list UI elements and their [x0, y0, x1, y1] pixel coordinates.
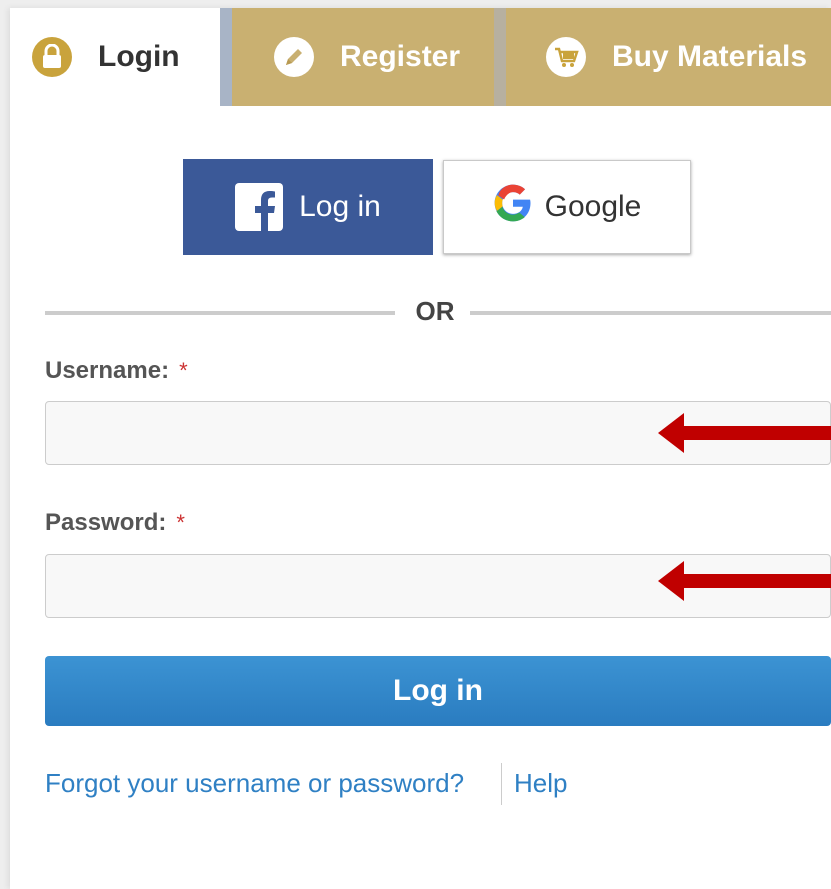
tab-bar: Login Register Buy Materials — [10, 8, 831, 106]
forgot-credentials-link[interactable]: Forgot your username or password? — [45, 768, 464, 799]
username-label: Username: * — [45, 357, 188, 385]
required-marker: * — [179, 358, 188, 383]
annotation-arrow-password — [658, 561, 831, 601]
password-label: Password: * — [45, 509, 185, 537]
google-icon — [493, 183, 533, 231]
facebook-login-label: Log in — [299, 190, 381, 223]
login-submit-button[interactable]: Log in — [45, 656, 831, 726]
link-separator — [501, 763, 502, 805]
help-link[interactable]: Help — [514, 768, 567, 799]
lock-icon — [32, 37, 72, 77]
divider-left — [45, 311, 395, 315]
tab-login[interactable]: Login — [10, 8, 220, 106]
username-label-text: Username: — [45, 357, 170, 384]
tab-buy-label: Buy Materials — [612, 40, 808, 73]
google-login-label: Google — [544, 190, 642, 223]
google-login-button[interactable]: Google — [443, 160, 691, 254]
tab-register[interactable]: Register — [220, 8, 494, 106]
annotation-arrow-username — [658, 413, 831, 453]
required-marker: * — [176, 510, 185, 535]
cart-icon — [546, 37, 586, 77]
login-submit-label: Log in — [393, 674, 483, 707]
facebook-login-button[interactable]: Log in — [183, 159, 433, 255]
tab-login-label: Login — [98, 40, 180, 73]
divider-right — [470, 311, 831, 315]
pencil-icon — [274, 37, 314, 77]
password-label-text: Password: — [45, 509, 167, 536]
or-divider-text: OR — [415, 296, 455, 326]
tab-buy-materials[interactable]: Buy Materials — [494, 8, 831, 106]
tab-register-label: Register — [340, 40, 461, 73]
facebook-icon — [235, 183, 284, 231]
